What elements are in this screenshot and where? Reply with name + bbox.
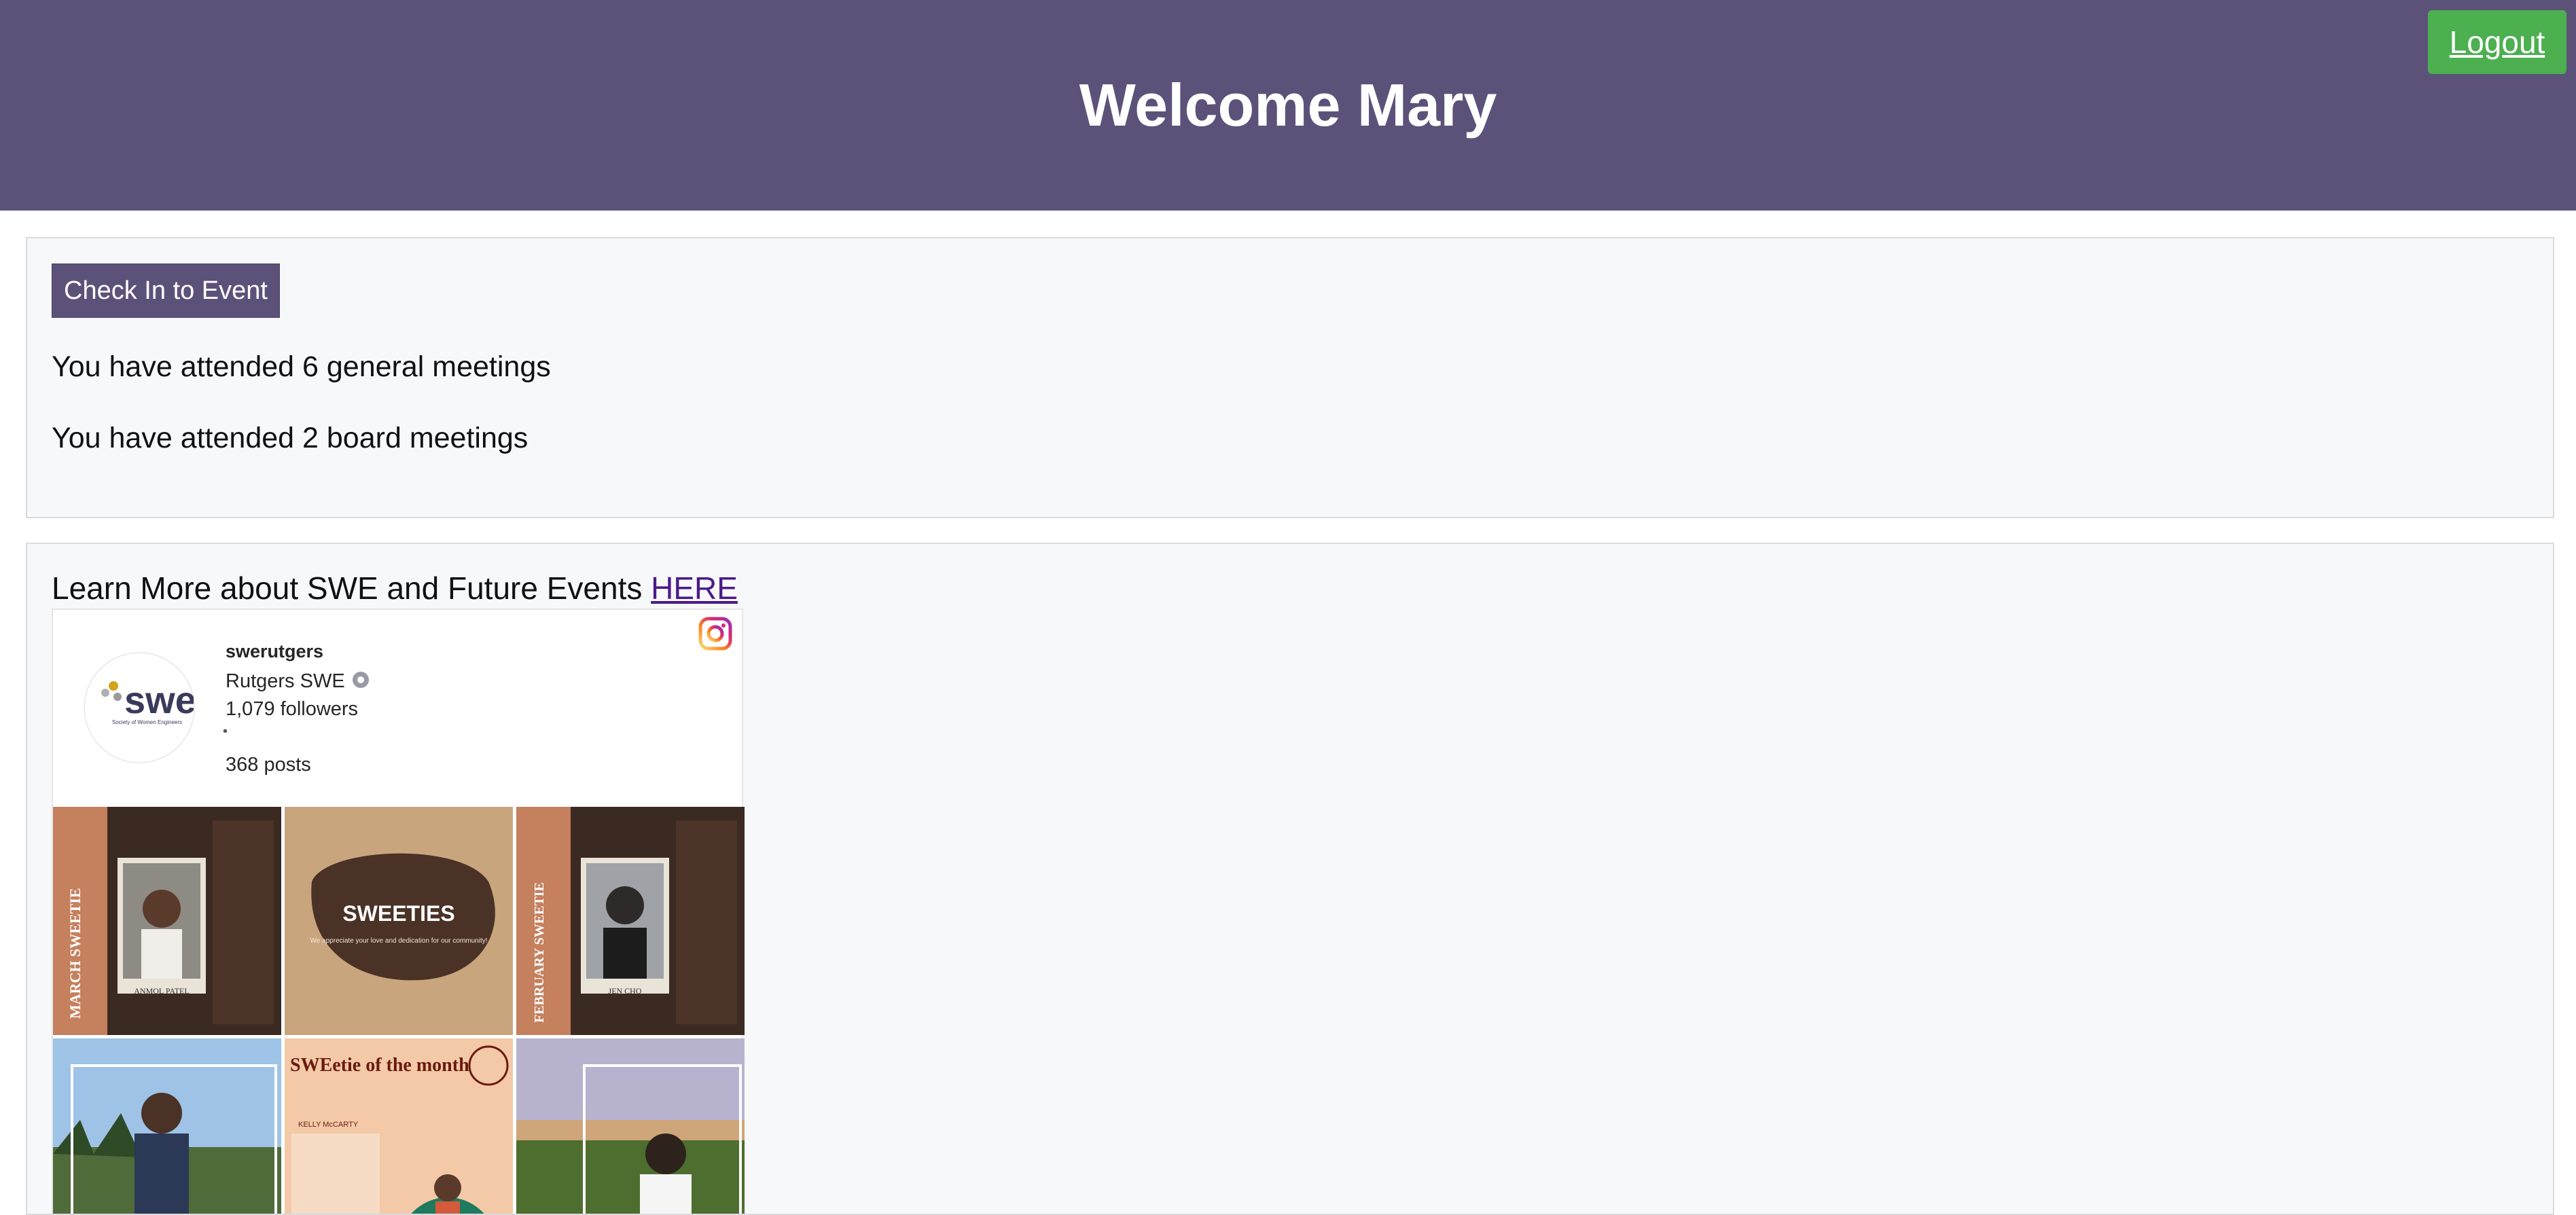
attendance-panel: Check In to Event You have attended 6 ge… [26,237,2554,518]
post-subtitle: We appreciate your love and dedication f… [310,937,487,945]
learn-more-panel: Learn More about SWE and Future Events H… [26,543,2554,1215]
post-title: SWEetie of the month [290,1055,469,1076]
page-title: Welcome Mary [1079,71,1497,139]
general-meetings-count: You have attended 6 general meetings [52,350,551,383]
followers-count: 1,079 followers [226,698,359,720]
swe-logo-icon: swe Society of Women Engineers [101,678,196,725]
instagram-icon[interactable] [698,617,732,651]
instagram-name: Rutgers SWE [226,670,371,693]
avatar[interactable]: swe Society of Women Engineers [84,652,196,763]
post-image: SWEetie of the month KELLY McCARTY [285,1038,513,1214]
post-title: MARCH SWEETIE [67,888,84,1019]
post-title: FEBRUARY SWEETIE [532,882,547,1023]
verified-icon [352,672,369,688]
instagram-post[interactable] [53,1038,281,1214]
post-name: ANMOL PATEL [134,986,189,996]
check-in-button[interactable]: Check In to Event [52,264,280,318]
avatar-subtext: Society of Women Engineers [112,719,182,725]
post-image [516,1038,745,1214]
posts-count: 368 posts [226,754,311,776]
avatar-text: swe [124,678,194,721]
instagram-post[interactable]: ANMOL PATEL MARCH SWEETIE [53,807,281,1035]
learn-more-label: Learn More about SWE and Future Events [52,570,643,606]
here-link[interactable]: HERE [651,570,738,606]
instagram-handle[interactable]: swerutgers [226,641,323,662]
stats-separator: • [223,724,228,739]
post-image: SWEETIES We appreciate your love and ded… [285,807,513,1035]
instagram-post[interactable]: SWEetie of the month KELLY McCARTY [285,1038,513,1214]
board-meetings-count: You have attended 2 board meetings [52,422,529,454]
instagram-post[interactable]: JEN CHO FEBRUARY SWEETIE [516,807,745,1035]
post-name: JEN CHO [608,986,641,996]
post-name: KELLY McCARTY [298,1121,359,1129]
instagram-post[interactable] [516,1038,745,1214]
post-image: ANMOL PATEL MARCH SWEETIE [53,807,281,1035]
instagram-widget: swe Society of Women Engineers swerutger… [52,609,745,1214]
post-title: SWEETIES [342,901,454,926]
post-image [53,1038,281,1214]
instagram-post[interactable]: SWEETIES We appreciate your love and ded… [285,807,513,1035]
learn-more-text: Learn More about SWE and Future Events H… [52,570,738,606]
logout-button[interactable]: Logout [2428,10,2566,74]
account-name: Rutgers SWE [226,670,345,692]
page-header: Welcome Mary Logout [0,0,2576,211]
post-image: JEN CHO FEBRUARY SWEETIE [516,807,745,1035]
